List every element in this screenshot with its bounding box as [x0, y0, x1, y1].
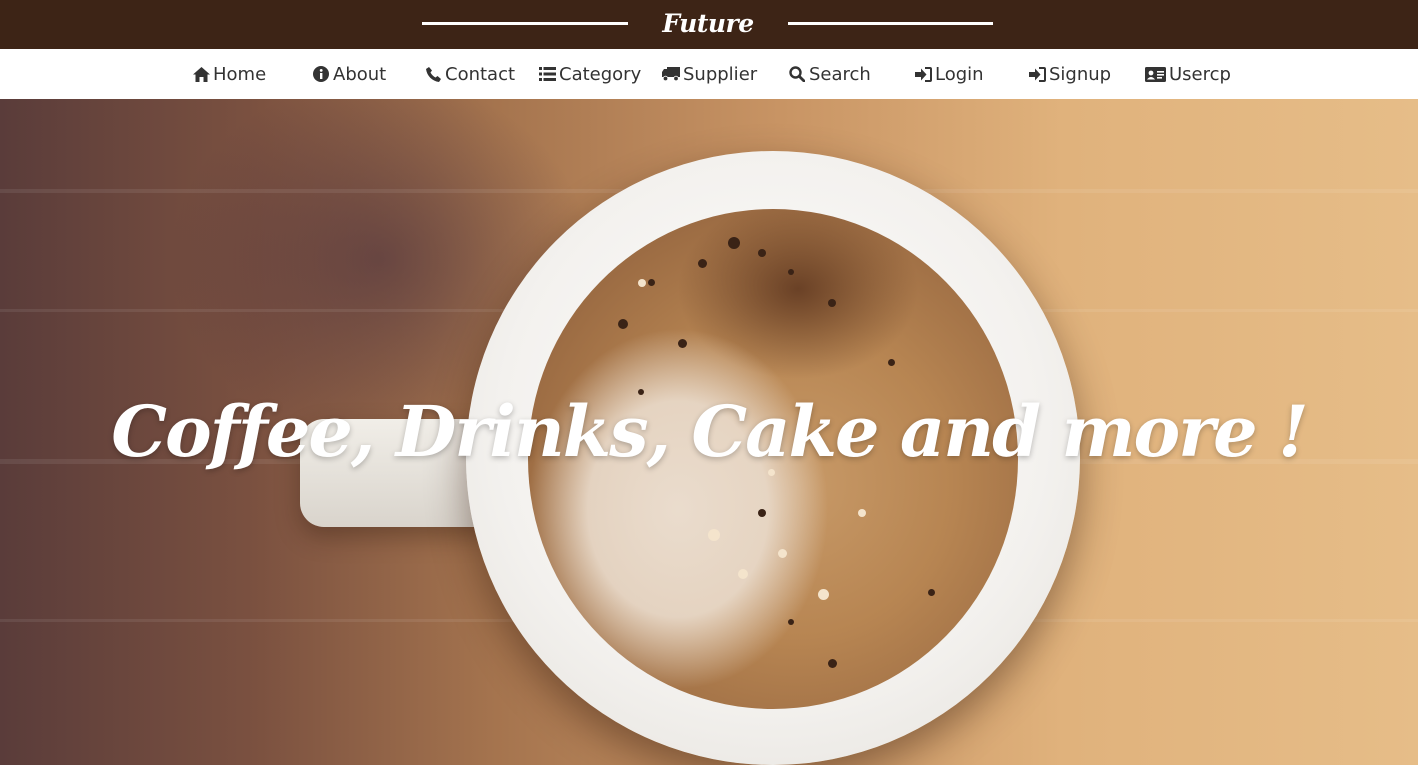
nav-label-supplier: Supplier	[683, 63, 758, 85]
nav-label-home: Home	[213, 63, 267, 85]
nav-label-login: Login	[935, 63, 984, 85]
bubble	[618, 319, 628, 329]
sign-in-icon	[914, 65, 932, 83]
id-card-icon	[1144, 65, 1166, 83]
bubble	[788, 269, 794, 275]
main-nav: Home About Contact Category Supplier Sea…	[0, 49, 1418, 99]
info-circle-icon	[312, 65, 330, 83]
bubble	[828, 299, 836, 307]
brand-divider-left	[422, 22, 628, 25]
nav-label-contact: Contact	[445, 63, 516, 85]
foam-bubble	[858, 509, 866, 517]
nav-label-about: About	[333, 63, 387, 85]
nav-item-usercp[interactable]: Usercp	[1144, 49, 1231, 99]
bubble	[928, 589, 935, 596]
nav-item-about[interactable]: About	[312, 49, 386, 99]
brand-bar: Future Cafe	[0, 0, 1418, 74]
bubble	[698, 259, 707, 268]
nav-item-signup[interactable]: Signup	[1028, 49, 1111, 99]
nav-item-home[interactable]: Home	[192, 49, 266, 99]
nav-label-category: Category	[559, 63, 642, 85]
phone-icon	[424, 65, 442, 83]
foam-bubble	[818, 589, 829, 600]
home-icon	[192, 65, 210, 83]
foam-bubble	[738, 569, 748, 579]
nav-item-supplier[interactable]: Supplier	[662, 49, 757, 99]
nav-item-category[interactable]: Category	[538, 49, 641, 99]
bubble	[758, 509, 766, 517]
bubble	[788, 619, 794, 625]
bubble	[678, 339, 687, 348]
foam-bubble	[708, 529, 720, 541]
list-icon	[538, 65, 556, 83]
foam-bubble	[778, 549, 787, 558]
nav-label-usercp: Usercp	[1169, 63, 1231, 85]
truck-icon	[662, 65, 680, 83]
foam-bubble	[638, 279, 646, 287]
nav-label-signup: Signup	[1049, 63, 1112, 85]
nav-item-search[interactable]: Search	[788, 49, 871, 99]
bubble	[728, 237, 740, 249]
sign-in-icon	[1028, 65, 1046, 83]
nav-label-search: Search	[809, 63, 871, 85]
bubble	[828, 659, 837, 668]
bubble	[888, 359, 895, 366]
hero-banner: Coffee, Drinks, Cake and more !	[0, 99, 1418, 765]
search-icon	[788, 65, 806, 83]
bubble	[758, 249, 766, 257]
nav-item-contact[interactable]: Contact	[424, 49, 515, 99]
brand-divider-right	[788, 22, 993, 25]
hero-headline: Coffee, Drinks, Cake and more !	[111, 389, 1308, 473]
nav-item-login[interactable]: Login	[914, 49, 984, 99]
bubble	[648, 279, 655, 286]
